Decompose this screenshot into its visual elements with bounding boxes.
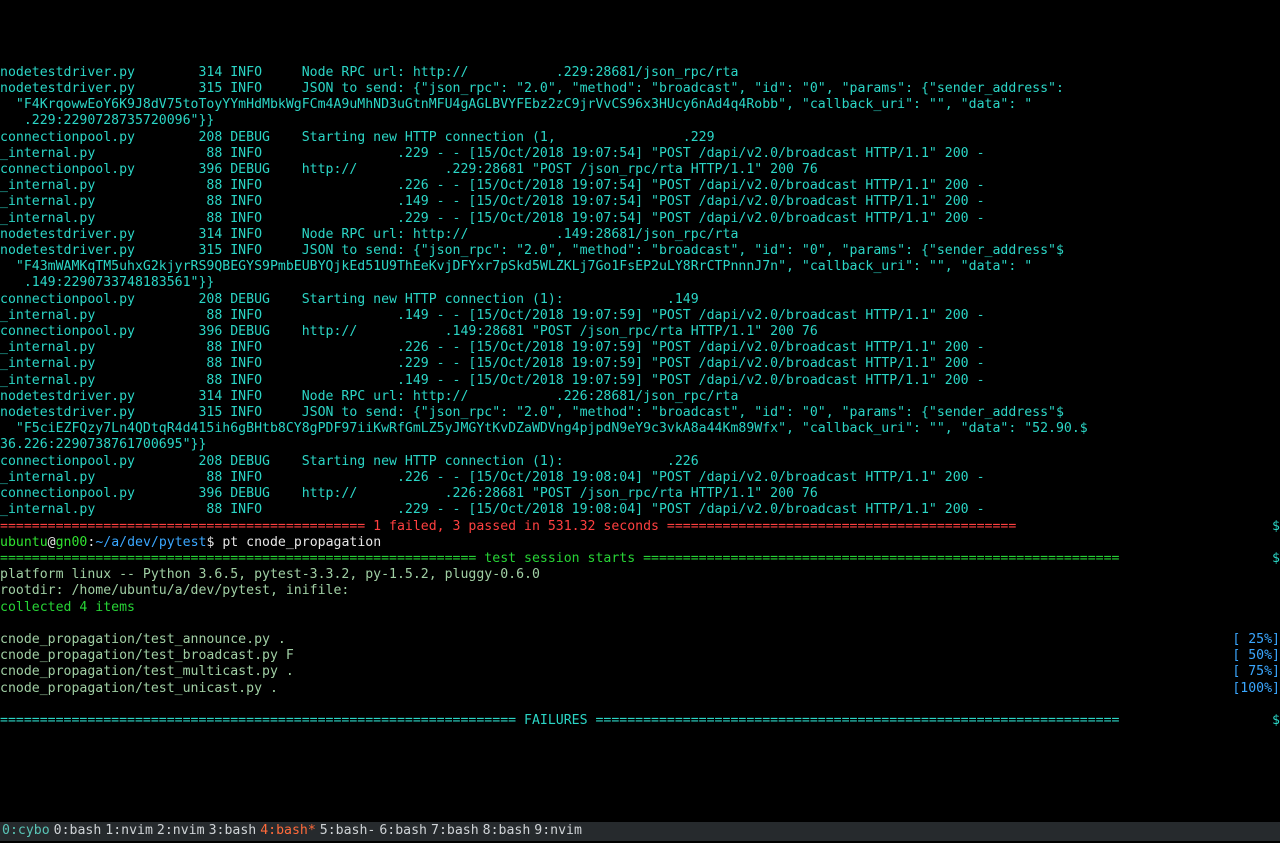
- tmux-session-name[interactable]: 0:cybo: [0, 823, 52, 839]
- tmux-window-6[interactable]: 6:bash: [377, 823, 429, 839]
- log-cont: "F5ciEZFQzy7Ln4QDtqR4d415ih6gBHtb8CY8gPD…: [0, 421, 1280, 437]
- log-cont: "F43mWAMKqTM5uhxG2kjyrRS9QBEGYS9PmbEUBYQ…: [0, 259, 1280, 275]
- prompt-line[interactable]: ubuntu@gn00:~/a/dev/pytest$ pt cnode_pro…: [0, 535, 1280, 551]
- log-line: _internal.py 88 INFO .149 - - [15/Oct/20…: [0, 308, 1280, 324]
- tmux-window-1[interactable]: 1:nvim: [103, 823, 155, 839]
- command-input: pt cnode_propagation: [222, 535, 381, 550]
- tmux-window-9[interactable]: 9:nvim: [532, 823, 584, 839]
- blank-line: [0, 697, 1280, 713]
- log-line: connectionpool.py 208 DEBUG Starting new…: [0, 454, 1280, 470]
- log-line: nodetestdriver.py 314 INFO Node RPC url:…: [0, 227, 1280, 243]
- log-line: connectionpool.py 208 DEBUG Starting new…: [0, 292, 1280, 308]
- log-line: _internal.py 88 INFO .229 - - [15/Oct/20…: [0, 211, 1280, 227]
- log-cont: .149:2290733748183561"}}: [0, 275, 1280, 291]
- log-line: connectionpool.py 396 DEBUG http:// .226…: [0, 486, 1280, 502]
- log-line: connectionpool.py 396 DEBUG http:// .229…: [0, 162, 1280, 178]
- failures-header: ========================================…: [0, 713, 1280, 729]
- tmux-window-4[interactable]: 4:bash*: [258, 823, 318, 839]
- test-progress: [ 25%]: [1232, 632, 1280, 648]
- test-result: cnode_propagation/test_broadcast.py F[ 5…: [0, 648, 1280, 664]
- prev-summary: ========================================…: [0, 519, 1280, 535]
- log-cont: 36.226:2290738761700695"}}: [0, 437, 1280, 453]
- test-progress: [ 50%]: [1232, 648, 1280, 664]
- platform-line: platform linux -- Python 3.6.5, pytest-3…: [0, 567, 1280, 583]
- log-line: connectionpool.py 208 DEBUG Starting new…: [0, 130, 1280, 146]
- log-line: nodetestdriver.py 315 INFO JSON to send:…: [0, 405, 1280, 421]
- test-result: cnode_propagation/test_announce.py .[ 25…: [0, 632, 1280, 648]
- log-line: _internal.py 88 INFO .226 - - [15/Oct/20…: [0, 178, 1280, 194]
- log-line: nodetestdriver.py 314 INFO Node RPC url:…: [0, 389, 1280, 405]
- log-line: _internal.py 88 INFO .229 - - [15/Oct/20…: [0, 356, 1280, 372]
- tmux-window-8[interactable]: 8:bash: [481, 823, 533, 839]
- tmux-window-2[interactable]: 2:nvim: [155, 823, 207, 839]
- test-progress: [ 75%]: [1232, 664, 1280, 680]
- log-line: _internal.py 88 INFO .149 - - [15/Oct/20…: [0, 373, 1280, 389]
- log-line: connectionpool.py 396 DEBUG http:// .149…: [0, 324, 1280, 340]
- log-line: nodetestdriver.py 315 INFO JSON to send:…: [0, 243, 1280, 259]
- log-line: _internal.py 88 INFO .149 - - [15/Oct/20…: [0, 194, 1280, 210]
- log-cont: .229:2290728735720096"}}: [0, 113, 1280, 129]
- test-result: cnode_propagation/test_multicast.py .[ 7…: [0, 664, 1280, 680]
- test-progress: [100%]: [1232, 681, 1280, 697]
- session-header: ========================================…: [0, 551, 1280, 567]
- blank-line: [0, 616, 1280, 632]
- tmux-window-5[interactable]: 5:bash-: [318, 823, 378, 839]
- log-line: _internal.py 88 INFO .229 - - [15/Oct/20…: [0, 502, 1280, 518]
- log-line: _internal.py 88 INFO .229 - - [15/Oct/20…: [0, 146, 1280, 162]
- collected-line: collected 4 items: [0, 600, 1280, 616]
- log-line: nodetestdriver.py 314 INFO Node RPC url:…: [0, 65, 1280, 81]
- tmux-window-3[interactable]: 3:bash: [207, 823, 259, 839]
- terminal-output[interactable]: nodetestdriver.py 314 INFO Node RPC url:…: [0, 65, 1280, 729]
- log-line: _internal.py 88 INFO .226 - - [15/Oct/20…: [0, 470, 1280, 486]
- tmux-window-0[interactable]: 0:bash: [52, 823, 104, 839]
- rootdir-line: rootdir: /home/ubuntu/a/dev/pytest, inif…: [0, 583, 1280, 599]
- tmux-statusbar: 0:cybo 0:bash 1:nvim 2:nvim 3:bash 4:bas…: [0, 822, 1280, 841]
- tmux-window-7[interactable]: 7:bash: [429, 823, 481, 839]
- test-result: cnode_propagation/test_unicast.py .[100%…: [0, 681, 1280, 697]
- log-line: _internal.py 88 INFO .226 - - [15/Oct/20…: [0, 340, 1280, 356]
- log-line: nodetestdriver.py 315 INFO JSON to send:…: [0, 81, 1280, 97]
- log-cont: "F4KrqowwEoY6K9J8dV75toToyYYmHdMbkWgFCm4…: [0, 97, 1280, 113]
